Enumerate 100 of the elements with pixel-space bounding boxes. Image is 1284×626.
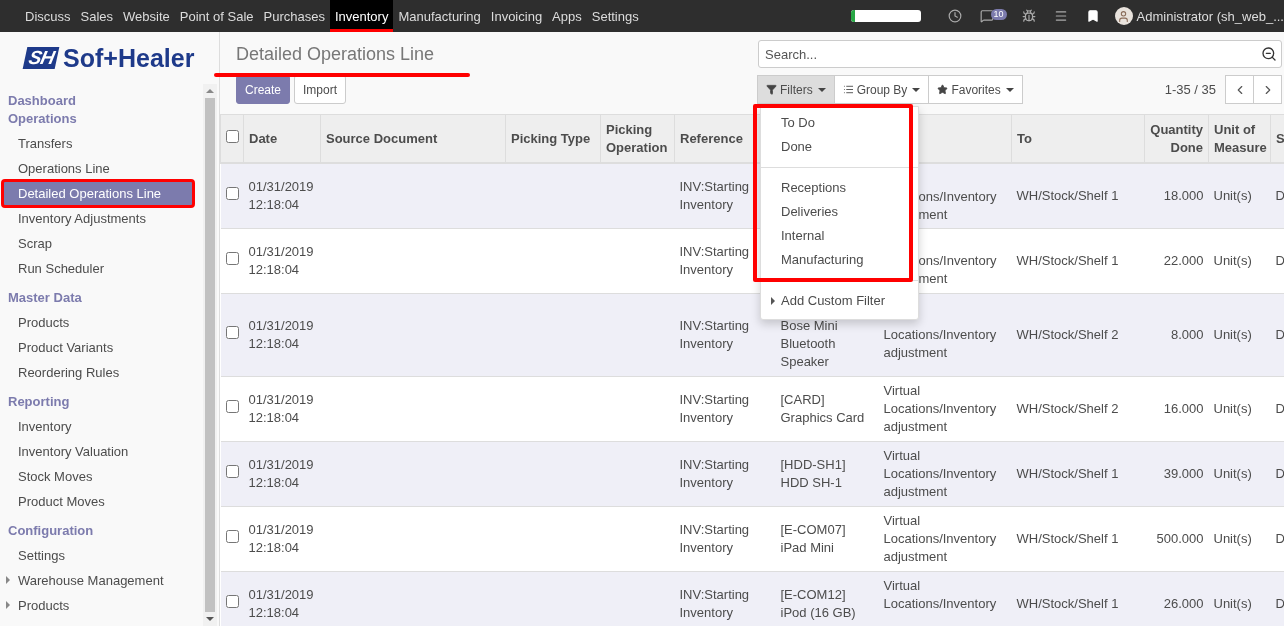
table-cell: D xyxy=(1275,464,1284,483)
table-cell: D xyxy=(1275,399,1284,418)
app-menu-item[interactable]: Invoicing xyxy=(485,0,548,32)
reference-cell: INV:Starting Inventory xyxy=(679,455,750,492)
select-all-checkbox[interactable] xyxy=(226,129,239,143)
add-custom-filter-link[interactable]: Add Custom Filter xyxy=(761,289,918,313)
row-checkbox[interactable] xyxy=(225,464,239,478)
sidebar-item[interactable]: Reordering Rules xyxy=(0,360,203,385)
table-cell: D xyxy=(1275,186,1284,205)
unit-cell: Unit(s) xyxy=(1213,251,1252,270)
create-button[interactable]: Create xyxy=(236,75,291,104)
unit-cell: Unit(s) xyxy=(1213,399,1252,418)
clock-icon[interactable] xyxy=(947,9,962,23)
sidebar-item[interactable]: Inventory Adjustments xyxy=(0,206,203,231)
row-checkbox[interactable] xyxy=(225,325,239,339)
app-menu-item[interactable]: Apps xyxy=(547,0,587,32)
source-location-cell: ons/Inventory ment xyxy=(918,187,997,224)
sidebar-item[interactable]: Scrap xyxy=(0,231,203,256)
date-cell: 01/31/2019 12:18:04 xyxy=(248,316,314,353)
quantity-cell: 26.000 xyxy=(1163,594,1204,613)
filter-option[interactable]: Manufacturing xyxy=(761,248,918,272)
sidebar-item[interactable]: Inventory xyxy=(0,414,203,439)
reference-cell: INV:Starting Inventory xyxy=(679,390,750,427)
unit-cell: Unit(s) xyxy=(1213,325,1252,344)
app-menu-item[interactable]: Settings xyxy=(586,0,644,32)
table-cell: D xyxy=(1275,251,1284,270)
app-menu-item[interactable]: Website xyxy=(118,0,175,32)
unit-cell: Unit(s) xyxy=(1213,529,1252,548)
app-menu-item[interactable]: Sales xyxy=(75,0,119,32)
row-checkbox[interactable] xyxy=(225,594,239,608)
app-menu-item[interactable]: Discuss xyxy=(20,0,76,32)
sidebar-item[interactable]: Stock Moves xyxy=(0,464,203,489)
search-option-button[interactable]: Group By xyxy=(833,75,930,104)
row-checkbox[interactable] xyxy=(225,529,239,543)
unit-cell: Unit(s) xyxy=(1213,186,1252,205)
avatar-icon[interactable] xyxy=(1114,7,1133,25)
app-menu-item[interactable]: Manufacturing xyxy=(393,0,486,32)
sidebar-item[interactable]: Settings xyxy=(0,543,203,568)
destination-cell: WH/Stock/Shelf 1 xyxy=(1016,464,1119,483)
scrollbar[interactable] xyxy=(203,84,217,626)
chat-icon[interactable] xyxy=(979,9,994,23)
sidebar-item[interactable]: Run Scheduler xyxy=(0,256,203,281)
message-count: 10 xyxy=(990,8,1007,20)
product-cell: [CARD] Graphics Card xyxy=(780,390,865,427)
destination-cell: WH/Stock/Shelf 1 xyxy=(1016,251,1119,270)
quantity-cell: 39.000 xyxy=(1163,464,1204,483)
bug-icon[interactable] xyxy=(1021,9,1036,23)
search-option-button[interactable]: Filters xyxy=(757,75,835,104)
pager-text: 1-35 / 35 xyxy=(1164,82,1216,97)
sidebar-item[interactable]: Products xyxy=(0,310,203,335)
search-icon[interactable] xyxy=(1261,46,1277,62)
search-input[interactable]: Search... xyxy=(763,42,1261,66)
user-name[interactable]: Administrator (sh_web_... xyxy=(1136,8,1284,24)
app-menu-item[interactable]: Purchases xyxy=(258,0,330,32)
date-cell: 01/31/2019 12:18:04 xyxy=(248,455,314,492)
destination-cell: WH/Stock/Shelf 1 xyxy=(1016,594,1119,613)
destination-cell: WH/Stock/Shelf 1 xyxy=(1016,529,1119,548)
product-cell: [E-COM12] iPod (16 GB) xyxy=(780,585,856,622)
sidebar-item[interactable]: Product Variants xyxy=(0,335,203,360)
source-location-cell: ons/Inventory ment xyxy=(918,252,997,288)
date-cell: 01/31/2019 12:18:04 xyxy=(248,585,314,622)
menu-icon[interactable] xyxy=(1053,9,1068,23)
quantity-cell: 16.000 xyxy=(1163,399,1204,418)
filter-option[interactable]: Deliveries xyxy=(761,200,918,224)
filter-icon xyxy=(766,84,777,95)
unit-cell: Unit(s) xyxy=(1213,464,1252,483)
filter-option[interactable]: Internal xyxy=(761,224,918,248)
row-checkbox[interactable] xyxy=(225,399,239,413)
row-checkbox[interactable] xyxy=(225,251,239,265)
row-checkbox[interactable] xyxy=(225,186,239,200)
column-header[interactable]: Date xyxy=(249,129,278,148)
sidebar-item[interactable]: Warehouse Management xyxy=(0,568,203,593)
filter-option[interactable]: To Do xyxy=(761,111,918,135)
column-header[interactable]: To xyxy=(1017,129,1032,148)
sidebar-item[interactable]: Product Moves xyxy=(0,489,203,514)
app-menu-item[interactable]: Inventory xyxy=(329,0,394,32)
search-option-button[interactable]: Favorites xyxy=(928,75,1023,104)
destination-cell: WH/Stock/Shelf 2 xyxy=(1016,399,1119,418)
section-title: Reporting xyxy=(7,393,71,411)
sidebar-item[interactable]: Products xyxy=(0,593,203,618)
quantity-cell: 500.000 xyxy=(1156,529,1204,548)
list-icon xyxy=(842,84,854,95)
sidebar-item[interactable]: Operations Line xyxy=(0,156,203,181)
filter-option[interactable]: Receptions xyxy=(761,176,918,200)
reference-cell: INV:Starting Inventory xyxy=(679,316,750,353)
import-button[interactable]: Import xyxy=(294,75,347,104)
bookmark-icon[interactable] xyxy=(1085,9,1100,23)
source-location-cell: Virtual Locations/Inventory adjustment xyxy=(883,447,997,501)
sidebar-item[interactable]: Detailed Operations Line xyxy=(3,181,193,206)
filter-option[interactable]: Done xyxy=(761,135,918,159)
unit-cell: Unit(s) xyxy=(1213,594,1252,613)
source-location-cell: Virtual Locations/Inventory xyxy=(883,577,997,613)
sidebar-item[interactable]: Transfers xyxy=(0,131,203,156)
reference-cell: INV:Starting Inventory xyxy=(679,242,750,279)
date-cell: 01/31/2019 12:18:04 xyxy=(248,390,314,427)
search-field[interactable]: Search... xyxy=(758,40,1282,68)
destination-cell: WH/Stock/Shelf 1 xyxy=(1016,186,1119,205)
section-title: Dashboard Operations xyxy=(7,92,78,128)
app-menu-item[interactable]: Point of Sale xyxy=(174,0,259,32)
sidebar-item[interactable]: Inventory Valuation xyxy=(0,439,203,464)
